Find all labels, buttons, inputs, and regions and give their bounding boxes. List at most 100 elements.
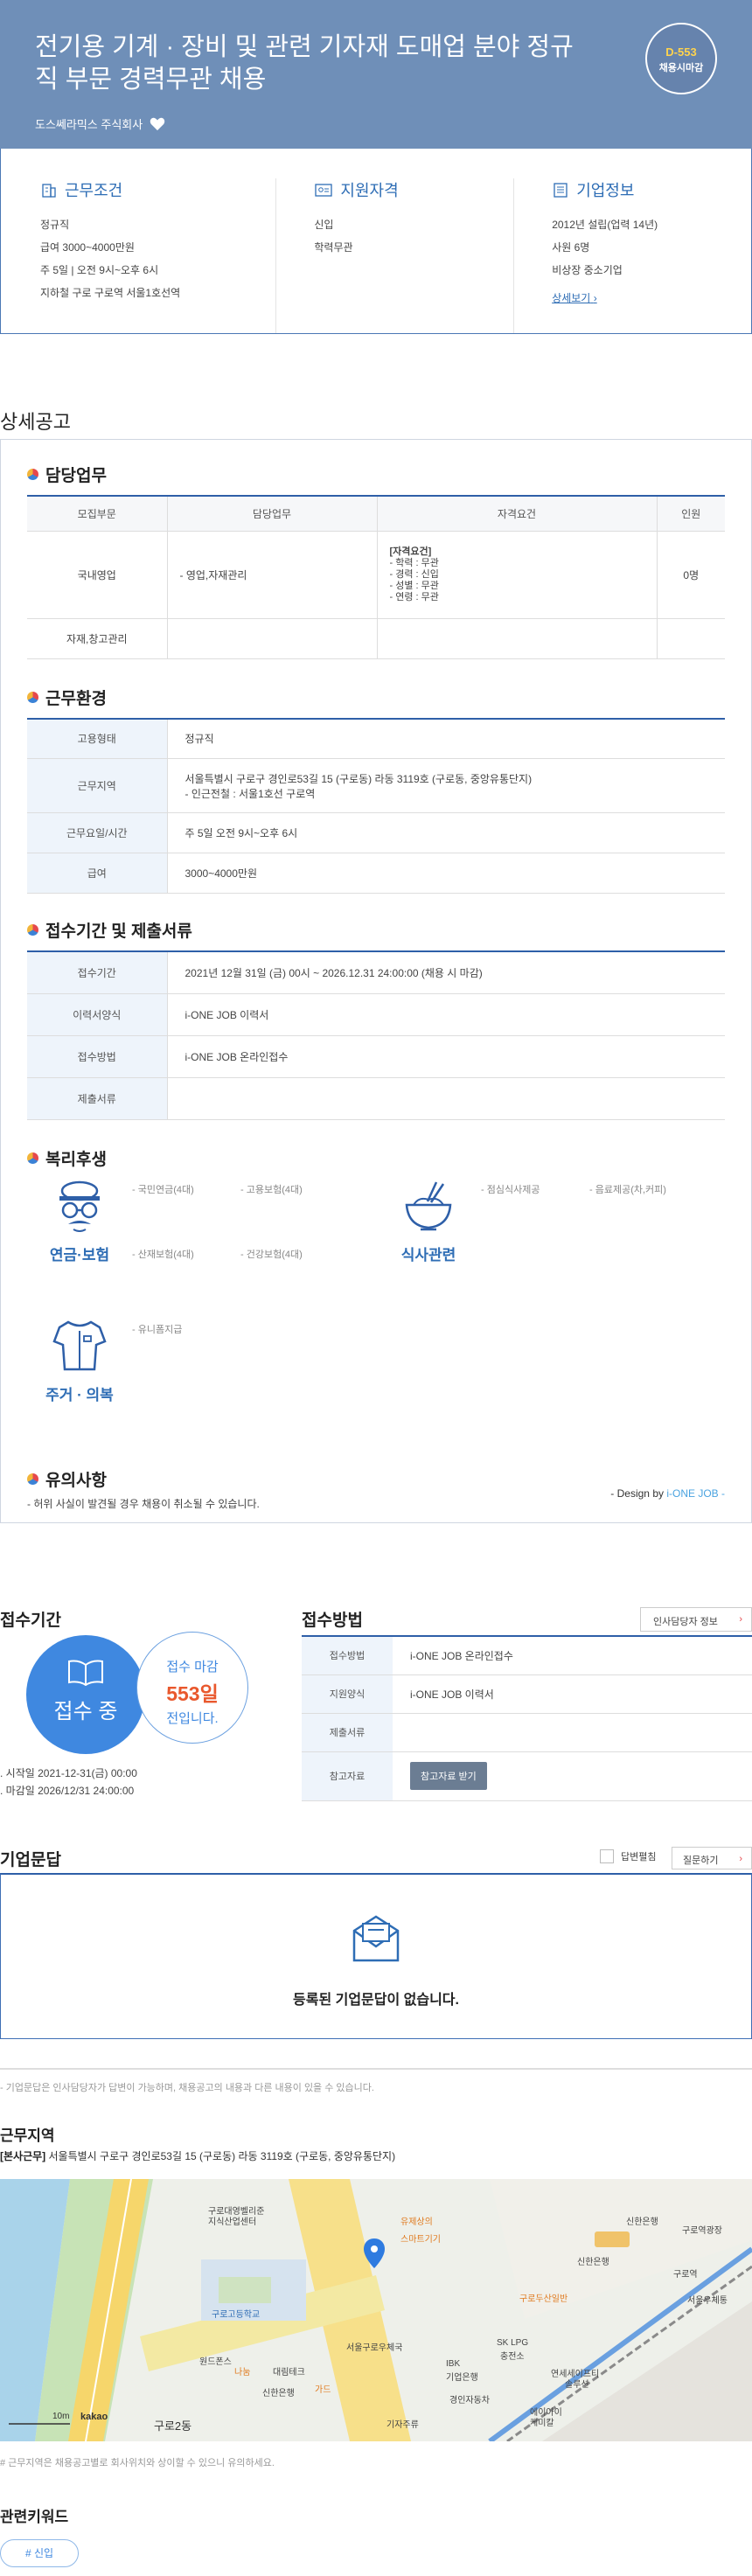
- welfare-item: - 산재보험(4대): [132, 1249, 194, 1260]
- welfare-group: 식사관련 - 점심식사제공 - 음료제공(차,커피): [376, 1179, 725, 1310]
- address-line: 서울특별시 구로구 경인로53길 15 (구로동) 라동 3119호 (구로동,…: [185, 772, 533, 785]
- duty-heading: 담당업무: [27, 463, 725, 486]
- summary-company: 기업정보 2012년 설립(업력 14년) 사원 6명 비상장 중소기업 상세보…: [513, 178, 751, 333]
- start-date-text: 시작일 2021-12-31(금) 00:00: [5, 1767, 137, 1779]
- company-more-link[interactable]: 상세보기 ›: [552, 290, 597, 305]
- map-label: 스마트기기: [400, 2235, 441, 2245]
- map-label: 경인자동차: [449, 2396, 490, 2405]
- welfare-label: 주거 · 의복: [45, 1386, 114, 1403]
- envelope-icon: [352, 1915, 400, 1962]
- duty-title: 담당업무: [45, 467, 107, 485]
- qual-item: 학력무관: [314, 241, 353, 254]
- company-name[interactable]: 도스쎄라믹스 주식회사: [35, 115, 143, 132]
- dept-cell: 국내영업: [27, 531, 167, 619]
- design-prefix: - Design by: [610, 1487, 667, 1500]
- env-title: 근무환경: [45, 689, 107, 708]
- summary-box: 근무조건 정규직 급여 3000~4000만원 주 5일 | 오전 9시~오후 …: [0, 149, 752, 334]
- req-line: - 경력 : 신입: [389, 568, 439, 580]
- checkbox[interactable]: [600, 1849, 614, 1863]
- welfare-icon-block: 연금·보험: [27, 1179, 132, 1310]
- dday-label: 채용시마감: [658, 63, 704, 73]
- map-label: 신한은행: [577, 2258, 609, 2267]
- heart-icon[interactable]: [150, 117, 165, 131]
- company-heading: 기업정보: [552, 178, 751, 201]
- map-label: 지식산업센터: [208, 2217, 257, 2227]
- env-heading: 근무환경: [27, 686, 725, 709]
- map-label: 솔루션: [565, 2380, 589, 2390]
- dday-count: D-553: [665, 45, 697, 59]
- map-label: 유제상의: [400, 2217, 433, 2227]
- map-brand-logo: kakao: [80, 2412, 108, 2422]
- checkbox-label: 답변펼침: [621, 1852, 657, 1862]
- summary-qualification: 지원자격 신입 학력무관: [275, 178, 513, 333]
- welfare-item: - 건강보험(4대): [240, 1249, 303, 1260]
- work-item: 정규직: [40, 219, 70, 231]
- row-value: i-ONE JOB 이력서: [166, 993, 725, 1036]
- hr-info-button[interactable]: 인사담당자 정보 ›: [640, 1607, 752, 1632]
- location-note: # 근무지역은 채용공고별로 회사위치와 상이할 수 있으니 유의하세요.: [0, 2458, 275, 2468]
- period-heading: 접수기간: [0, 1612, 61, 1630]
- map-label: 기자주류: [386, 2420, 419, 2430]
- row-value: [166, 1077, 725, 1120]
- row-key: 이력서양식: [27, 993, 167, 1036]
- row-value: i-ONE JOB 온라인접수: [166, 1035, 725, 1078]
- row-value: 참고자료 받기: [393, 1751, 752, 1801]
- method-table: 접수방법 i-ONE JOB 온라인접수 지원양식 i-ONE JOB 이력서 제출…: [302, 1635, 752, 1801]
- row-key: 급여: [27, 853, 167, 894]
- welfare-group: 주거 · 의복 - 유니폼지급: [27, 1319, 377, 1450]
- map-label: SK LPG: [497, 2338, 529, 2348]
- welfare-icon-block: 주거 · 의복: [27, 1319, 132, 1450]
- table-row: 접수기간 2021년 12월 31일 (금) 00시 ~ 2026.12.31 2…: [27, 951, 725, 994]
- start-date: . 시작일 2021-12-31(금) 00:00: [0, 1767, 137, 1779]
- row-value: i-ONE JOB 이력서: [393, 1674, 752, 1714]
- row-key: 제출서류: [27, 1077, 167, 1120]
- table-row: 접수방법 i-ONE JOB 온라인접수: [302, 1636, 752, 1675]
- req-cell: [376, 618, 657, 659]
- row-value: [393, 1713, 752, 1752]
- keywords-heading: 관련키워드: [0, 2509, 69, 2525]
- table-row: 이력서양식 i-ONE JOB 이력서: [27, 993, 725, 1036]
- ask-question-button[interactable]: 질문하기 ›: [672, 1847, 752, 1869]
- keyword-tag[interactable]: # 신입: [0, 2539, 79, 2567]
- welfare-heading: 복리후생: [27, 1146, 725, 1170]
- env-table: 고용형태 정규직 근무지역 서울특별시 구로구 경인로53길 15 (구로동) 라동…: [27, 717, 725, 894]
- task-cell: [166, 618, 377, 659]
- dday-badge: D-553 채용시마감: [645, 23, 717, 94]
- count-cell: 0명: [656, 531, 725, 619]
- col-header: 담당업무: [166, 496, 377, 532]
- deadline-suffix: 전입니다.: [166, 1711, 219, 1726]
- duty-table: 모집부문 담당업무 자격요건 인원 국내영업 - 영업,자재관리 [자격요건] …: [27, 495, 725, 659]
- work-item: 급여 3000~4000만원: [40, 241, 135, 254]
- glasses-mustache-icon: [59, 1180, 100, 1232]
- dept-cell: 자재,창고관리: [27, 618, 167, 659]
- table-row: 근무지역 서울특별시 구로구 경인로53길 15 (구로동) 라동 3119호 (…: [27, 758, 725, 813]
- company-item: 사원 6명: [552, 241, 590, 254]
- detail-panel: 담당업무 모집부문 담당업무 자격요건 인원 국내영업 - 영업,자재관리 [자…: [0, 439, 752, 1523]
- map-scale: 10m: [52, 2412, 70, 2421]
- location-map[interactable]: 구로대영벨리준 지식산업센터 구로고등학교 원드폰스 대림테크 서울구로우체국 …: [0, 2179, 752, 2441]
- deadline-days: 553일: [166, 1682, 219, 1705]
- reference-download-button[interactable]: 참고자료 받기: [410, 1762, 487, 1790]
- id-card-icon: [315, 184, 333, 197]
- table-row: 고용형태 정규직: [27, 718, 725, 759]
- table-row: 제출서류: [302, 1713, 752, 1752]
- table-row: 제출서류: [27, 1077, 725, 1120]
- row-value: 2021년 12월 31일 (금) 00시 ~ 2026.12.31 24:00…: [166, 951, 725, 994]
- period-dates: . 시작일 2021-12-31(금) 00:00 . 마감일 2026/12/…: [0, 1765, 137, 1800]
- map-label: 서울우체통: [687, 2296, 728, 2306]
- table-row: 자재,창고관리: [27, 618, 725, 659]
- table-row: 근무요일/시간 주 5일 오전 9시~오후 6시: [27, 812, 725, 853]
- caution-title: 유의사항: [45, 1471, 107, 1490]
- row-value: 주 5일 오전 9시~오후 6시: [166, 812, 725, 853]
- station-line: - 인근전철 : 서울1호선 구로역: [185, 787, 316, 800]
- col-header: 인원: [656, 496, 725, 532]
- qa-expand-toggle[interactable]: 답변펼침: [600, 1849, 656, 1863]
- office-icon: [554, 183, 567, 198]
- row-key: 접수방법: [27, 1035, 167, 1078]
- end-date-text: 마감일 2026/12/31 24:00:00: [5, 1785, 135, 1797]
- building-icon: [42, 184, 56, 198]
- qa-heading: 기업문답: [0, 1851, 61, 1869]
- row-key: 근무요일/시간: [27, 812, 167, 853]
- end-date: . 마감일 2026/12/31 24:00:00: [0, 1785, 135, 1797]
- req-title: [자격요건]: [389, 546, 432, 557]
